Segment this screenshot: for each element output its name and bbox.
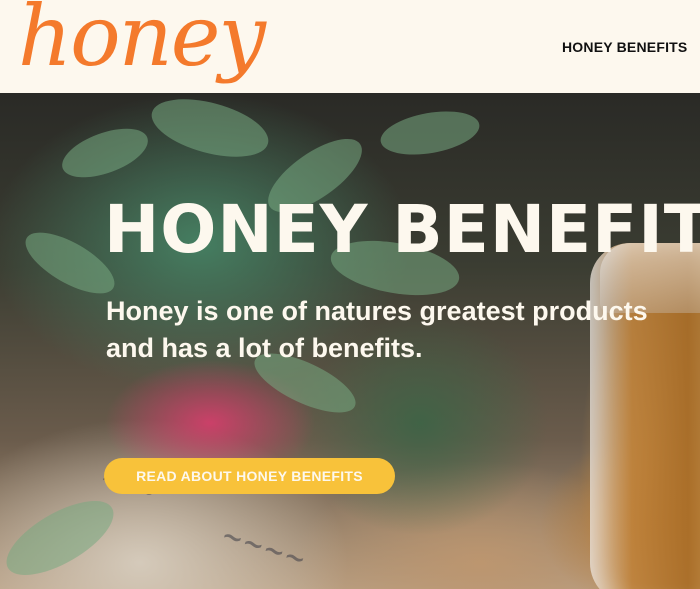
hero-title: HONEY BENEFITS xyxy=(104,191,700,268)
hero-section: ~~~ ~~~~ HONEY BENEFITS Honey is one of … xyxy=(0,93,700,589)
site-header: honey HONEY BENEFITS xyxy=(0,0,700,93)
read-about-honey-benefits-button[interactable]: READ ABOUT HONEY BENEFITS xyxy=(104,458,395,494)
nav-link-honey-benefits[interactable]: HONEY BENEFITS xyxy=(562,39,687,55)
hero-subtitle: Honey is one of natures greatest product… xyxy=(106,296,648,363)
honey-logo[interactable]: honey xyxy=(18,0,266,78)
